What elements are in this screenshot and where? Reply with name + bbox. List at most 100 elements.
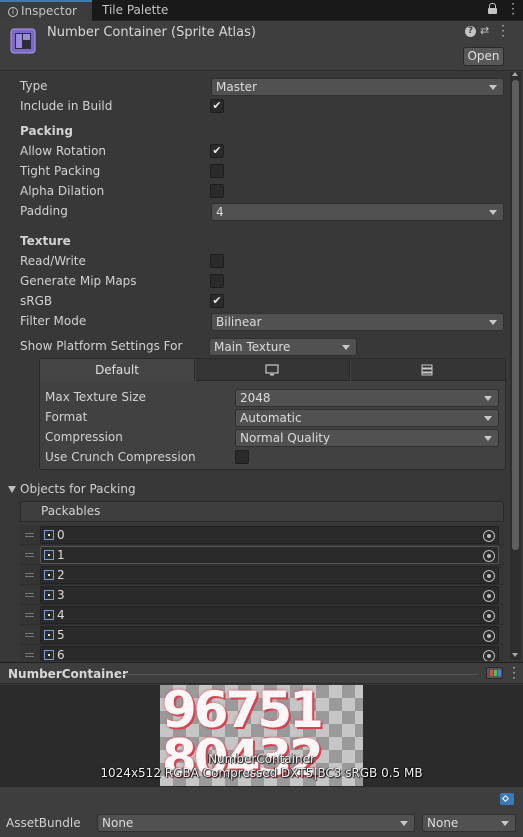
- info-icon: i: [8, 6, 18, 17]
- compression-dropdown[interactable]: Normal Quality: [235, 429, 499, 447]
- drag-handle-icon[interactable]: [25, 573, 34, 577]
- packable-name: 2: [57, 568, 65, 582]
- tight-packing-checkbox[interactable]: [210, 164, 224, 178]
- assetbundle-variant-dropdown[interactable]: None: [422, 814, 516, 832]
- packable-object-field[interactable]: 0: [40, 526, 499, 544]
- open-button[interactable]: Open: [463, 47, 504, 66]
- preview-info-text: 1024x512 RGBA Compressed DXT5|BC3 sRGB 0…: [100, 766, 423, 780]
- object-picker-icon[interactable]: [483, 570, 495, 582]
- tab-inspector[interactable]: i Inspector: [0, 0, 92, 21]
- scrollbar-thumb[interactable]: [512, 80, 519, 550]
- tab-standalone[interactable]: [196, 359, 350, 381]
- packable-object-field[interactable]: 1: [40, 546, 499, 564]
- packable-object-field[interactable]: 3: [40, 586, 499, 604]
- sprite-atlas-icon: [10, 28, 36, 54]
- drag-handle-icon[interactable]: [25, 533, 34, 537]
- scroll-down-icon[interactable]: [512, 653, 518, 657]
- preview-area: 96751 80432 NumberContainer 1024x512 RGB…: [0, 685, 523, 786]
- filter-mode-value: Bilinear: [216, 315, 262, 329]
- packable-row[interactable]: 0: [20, 525, 504, 545]
- chevron-down-icon: [489, 320, 497, 325]
- object-picker-icon[interactable]: [483, 550, 495, 562]
- packable-row[interactable]: 6: [20, 645, 504, 661]
- packable-object-field[interactable]: 6: [40, 646, 499, 661]
- packables-header: Packables: [20, 501, 504, 522]
- lock-icon[interactable]: [488, 3, 497, 15]
- tab-inspector-label: Inspector: [21, 4, 77, 18]
- scrollbar-track[interactable]: [510, 72, 521, 660]
- read-write-label: Read/Write: [20, 254, 86, 268]
- packable-row[interactable]: 5: [20, 625, 504, 645]
- objects-for-packing-label[interactable]: Objects for Packing: [20, 482, 136, 496]
- object-picker-icon[interactable]: [483, 530, 495, 542]
- assetbundle-bar: AssetBundle None None: [0, 786, 523, 837]
- packable-object-field[interactable]: 2: [40, 566, 499, 584]
- packable-row[interactable]: 2: [20, 565, 504, 585]
- tag-icon[interactable]: [500, 793, 514, 805]
- object-picker-icon[interactable]: [483, 630, 495, 642]
- compression-label: Compression: [45, 430, 123, 444]
- allow-rotation-checkbox[interactable]: ✔: [210, 144, 224, 158]
- drag-handle-icon[interactable]: [25, 553, 34, 557]
- type-label: Type: [20, 79, 48, 93]
- assetbundle-label: AssetBundle: [6, 816, 81, 830]
- packable-row[interactable]: 3: [20, 585, 504, 605]
- scroll-up-icon[interactable]: [512, 72, 518, 76]
- include-in-build-checkbox[interactable]: ✔: [210, 99, 224, 113]
- compression-value: Normal Quality: [240, 431, 331, 445]
- drag-handle-icon[interactable]: [25, 653, 34, 657]
- format-dropdown[interactable]: Automatic: [235, 409, 499, 427]
- chevron-down-icon: [484, 416, 492, 421]
- generate-mip-maps-checkbox[interactable]: [210, 274, 224, 288]
- monitor-icon: [265, 364, 279, 376]
- format-value: Automatic: [240, 411, 302, 425]
- tab-default[interactable]: Default: [40, 359, 195, 381]
- sprite-icon: [44, 550, 54, 560]
- generate-mip-maps-label: Generate Mip Maps: [20, 274, 137, 288]
- foldout-arrow-icon[interactable]: [8, 486, 16, 493]
- platform-settings-dropdown[interactable]: Main Texture: [209, 338, 357, 356]
- object-picker-icon[interactable]: [483, 610, 495, 622]
- drag-handle-icon[interactable]: [25, 613, 34, 617]
- assetbundle-variant-value: None: [427, 816, 459, 830]
- packable-row[interactable]: 4: [20, 605, 504, 625]
- srgb-label: sRGB: [20, 294, 53, 308]
- object-picker-icon[interactable]: [483, 650, 495, 661]
- asset-header: Number Container (Sprite Atlas) ? ⇄ · · · …: [0, 20, 523, 71]
- max-texture-size-dropdown[interactable]: 2048: [235, 389, 499, 407]
- packable-row[interactable]: 1: [20, 545, 504, 565]
- sprite-icon: [44, 610, 54, 620]
- sprite-icon: [44, 650, 54, 660]
- object-picker-icon[interactable]: [483, 590, 495, 602]
- asset-more-icon[interactable]: · · ·: [500, 20, 506, 42]
- rgb-channel-icon[interactable]: [486, 667, 503, 679]
- max-texture-size-value: 2048: [240, 391, 271, 405]
- packables-header-label: Packables: [41, 504, 101, 518]
- packing-header: Packing: [20, 124, 73, 138]
- platform-settings-value: Main Texture: [214, 340, 291, 354]
- tab-server[interactable]: [351, 359, 505, 381]
- read-write-checkbox[interactable]: [210, 254, 224, 268]
- tab-tile-palette[interactable]: Tile Palette: [94, 0, 194, 21]
- help-icon[interactable]: ?: [465, 26, 476, 37]
- type-dropdown[interactable]: Master: [211, 78, 504, 96]
- preview-title: NumberContainer: [8, 667, 128, 681]
- padding-dropdown[interactable]: 4: [211, 203, 504, 221]
- preset-icon[interactable]: ⇄: [480, 25, 492, 37]
- packable-object-field[interactable]: 4: [40, 606, 499, 624]
- srgb-checkbox[interactable]: ✔: [210, 294, 224, 308]
- use-crunch-compression-label: Use Crunch Compression: [45, 450, 196, 464]
- packable-object-field[interactable]: 5: [40, 626, 499, 644]
- filter-mode-dropdown[interactable]: Bilinear: [211, 313, 504, 331]
- drag-handle-icon[interactable]: [25, 633, 34, 637]
- texture-header: Texture: [20, 234, 71, 248]
- use-crunch-compression-checkbox[interactable]: [235, 450, 249, 464]
- drag-handle-icon[interactable]: [25, 593, 34, 597]
- assetbundle-name-dropdown[interactable]: None: [97, 814, 415, 832]
- alpha-dilation-checkbox[interactable]: [210, 184, 224, 198]
- preview-more-icon[interactable]: · · ·: [511, 662, 517, 684]
- packable-name: 6: [57, 648, 65, 661]
- chevron-down-icon: [484, 396, 492, 401]
- packable-name: 0: [57, 528, 65, 542]
- more-menu-icon[interactable]: · · ·: [510, 0, 516, 20]
